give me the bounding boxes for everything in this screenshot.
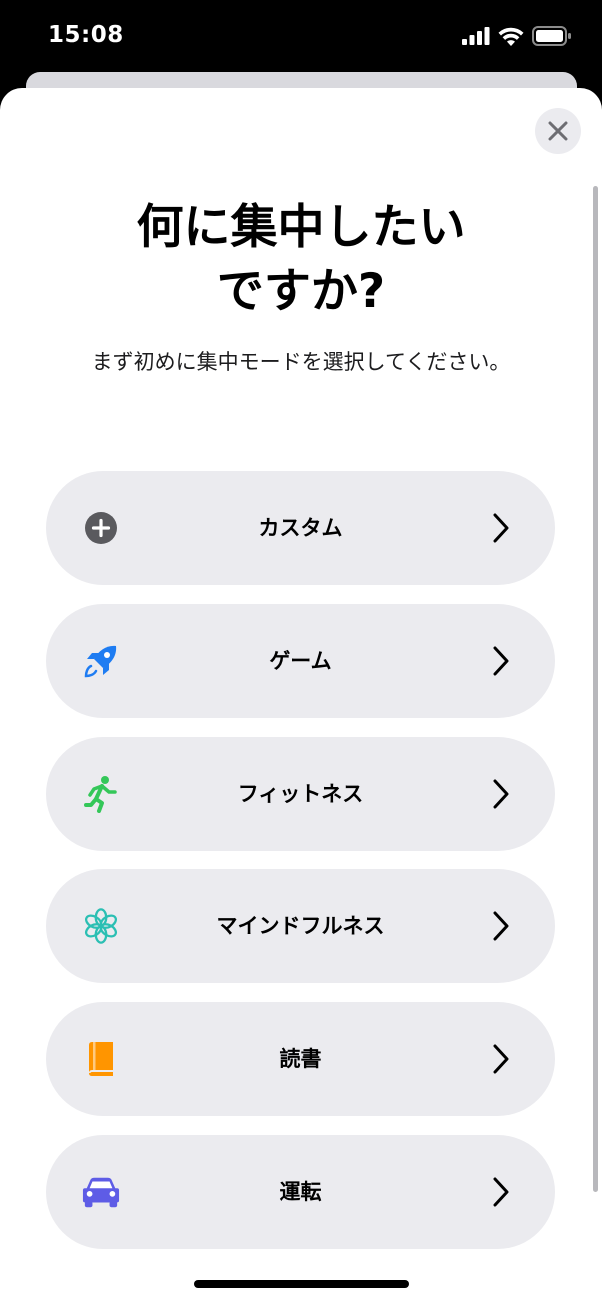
close-icon (548, 121, 568, 141)
battery-icon (532, 26, 571, 46)
status-time: 15:08 (48, 22, 124, 48)
status-icons (462, 26, 572, 46)
title-line-1: 何に集中したい (136, 200, 466, 255)
option-label: 運転 (279, 1180, 322, 1204)
option-reading[interactable]: 読書 (46, 1002, 555, 1116)
page-subtitle: まず初めに集中モードを選択してください。 (91, 350, 511, 374)
chevron-right-icon (493, 1044, 509, 1074)
wifi-icon (498, 27, 524, 46)
scroll-indicator[interactable] (593, 186, 598, 1192)
chevron-right-icon (493, 1177, 509, 1207)
chevron-right-icon (493, 646, 509, 676)
option-mindfulness[interactable]: マインドフルネス (46, 869, 555, 983)
cellular-signal-icon (462, 27, 490, 45)
page-title: 何に集中したい ですか? (0, 196, 602, 324)
title-line-2: ですか? (216, 264, 386, 319)
option-label: 読書 (279, 1047, 322, 1071)
option-fitness[interactable]: フィットネス (46, 737, 555, 851)
option-label: フィットネス (237, 782, 364, 806)
option-label: カスタム (258, 516, 343, 540)
home-indicator[interactable] (194, 1280, 409, 1288)
chevron-right-icon (493, 779, 509, 809)
status-bar: 15:08 (0, 0, 602, 76)
option-custom[interactable]: カスタム (46, 471, 555, 585)
option-label: ゲーム (269, 649, 332, 673)
chevron-right-icon (493, 513, 509, 543)
close-button[interactable] (535, 108, 581, 154)
option-game[interactable]: ゲーム (46, 604, 555, 718)
option-driving[interactable]: 運転 (46, 1135, 555, 1249)
chevron-right-icon (493, 911, 509, 941)
option-label: マインドフルネス (216, 914, 385, 938)
